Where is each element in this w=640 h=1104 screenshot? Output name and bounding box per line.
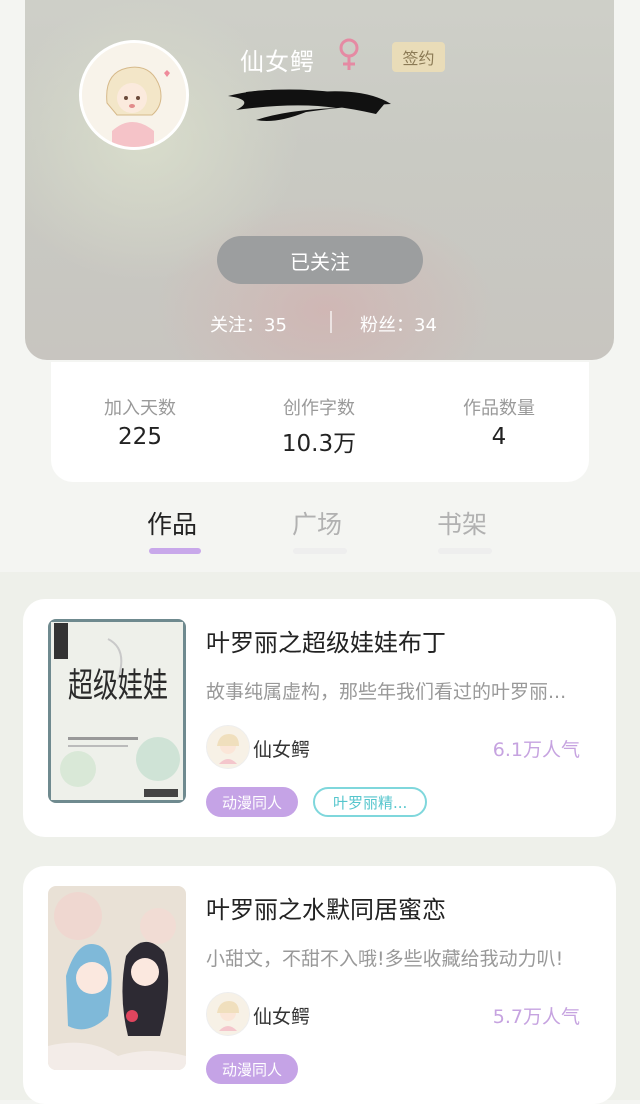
book-description: 故事纯属虚构，那些年我们看过的叶罗丽... — [206, 681, 567, 703]
signed-badge: 签约 — [392, 42, 445, 72]
stat-works-count: 作品数量 4 — [409, 394, 589, 450]
author-name[interactable]: 仙女鳄 — [253, 735, 310, 762]
stat-label: 加入天数 — [104, 398, 176, 419]
follow-button[interactable]: 已关注 — [217, 236, 423, 284]
stat-join-days: 加入天数 225 — [50, 394, 230, 450]
username: 仙女鳄 — [240, 48, 315, 76]
divider — [330, 311, 332, 333]
book-cover[interactable] — [48, 886, 186, 1070]
author-avatar-image — [207, 726, 249, 768]
tab-active-indicator — [149, 548, 201, 554]
book-description: 小甜文，不甜不入哦!多些收藏给我动力叭! — [206, 948, 564, 970]
following-count[interactable]: 关注：35 — [210, 311, 287, 337]
tag-yeluoli[interactable]: 叶罗丽精... — [313, 787, 428, 817]
redaction-scribble — [228, 89, 391, 121]
book-title[interactable]: 叶罗丽之超级娃娃布丁 — [206, 623, 446, 658]
stat-label: 作品数量 — [463, 398, 535, 419]
female-icon — [339, 38, 359, 70]
stat-value: 225 — [118, 424, 162, 450]
cover-illustration — [48, 886, 186, 1070]
stat-word-count: 创作字数 10.3万 — [229, 394, 409, 458]
fans-count[interactable]: 粉丝：34 — [360, 311, 437, 337]
book-cover[interactable]: 超级娃娃 — [48, 619, 186, 803]
author-avatar[interactable] — [206, 992, 250, 1036]
tab-indicator — [293, 548, 347, 554]
cover-illustration: 超级娃娃 — [48, 619, 186, 803]
author-avatar-image — [207, 993, 249, 1035]
tab-indicator — [438, 548, 492, 554]
stat-value: 4 — [491, 424, 507, 450]
stat-value: 10.3万 — [281, 431, 357, 457]
book-card[interactable]: 叶罗丽之水默同居蜜恋 小甜文，不甜不入哦!多些收藏给我动力叭! 仙女鳄 5.7万… — [23, 866, 616, 1104]
popularity-count: 5.7万人气 — [492, 1006, 580, 1028]
avatar-illustration — [82, 43, 186, 147]
book-card[interactable]: 超级娃娃 叶罗丽之超级娃娃布丁 故事纯属虚构，那些年我们看过的叶罗丽... 仙女… — [23, 599, 616, 837]
tab-plaza[interactable]: 广场 — [292, 505, 342, 541]
book-title[interactable]: 叶罗丽之水默同居蜜恋 — [206, 890, 446, 925]
stat-label: 创作字数 — [283, 398, 355, 419]
avatar[interactable] — [79, 40, 189, 150]
tab-bookshelf[interactable]: 书架 — [437, 505, 487, 541]
author-name[interactable]: 仙女鳄 — [253, 1002, 310, 1029]
cover-title-text: 超级娃娃 — [68, 666, 168, 706]
tag-anime-fanfic[interactable]: 动漫同人 — [206, 787, 299, 817]
popularity-count: 6.1万人气 — [492, 739, 580, 761]
tab-works[interactable]: 作品 — [147, 505, 197, 541]
author-avatar[interactable] — [206, 725, 250, 769]
tag-anime-fanfic[interactable]: 动漫同人 — [206, 1054, 299, 1084]
